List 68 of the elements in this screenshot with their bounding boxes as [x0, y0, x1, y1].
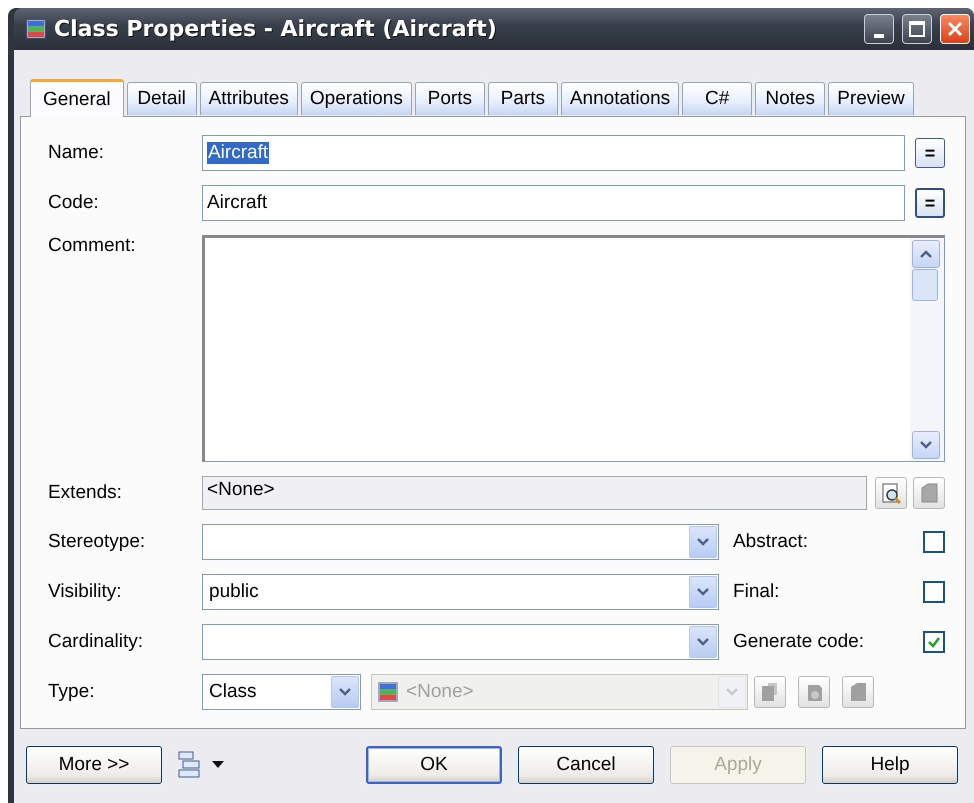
tab[interactable]: Operations: [300, 82, 412, 115]
chevron-down-icon: [696, 587, 710, 597]
dropdown-value: Class: [209, 681, 258, 703]
more-button[interactable]: More >>: [26, 746, 162, 784]
close-icon: [946, 20, 964, 38]
dialog-button[interactable]: Cancel: [518, 746, 654, 784]
window-title: Class Properties - Aircraft (Aircraft): [54, 16, 498, 42]
table-icon: [378, 682, 398, 702]
scroll-thumb[interactable]: [912, 269, 938, 301]
extends-field: <None>: [202, 476, 867, 510]
maximize-icon: [908, 20, 926, 38]
scroll-down-button[interactable]: [912, 431, 940, 459]
tab[interactable]: Attributes: [200, 82, 298, 115]
checkbox[interactable]: [923, 531, 945, 553]
field-label: Extends:: [48, 482, 123, 504]
text-field[interactable]: Aircraft: [202, 185, 905, 221]
comment-field[interactable]: [202, 235, 945, 462]
dropdown[interactable]: [202, 524, 719, 560]
tab[interactable]: Notes: [755, 82, 826, 115]
field-label: Visibility:: [48, 581, 123, 603]
dropdown-value: public: [209, 581, 260, 603]
checkbox[interactable]: [923, 581, 945, 603]
field-label: Code:: [48, 192, 100, 214]
dropdown[interactable]: public: [202, 574, 719, 610]
chevron-down-icon: [725, 687, 739, 697]
tab[interactable]: Ports: [414, 82, 485, 115]
dialog-button[interactable]: OK: [366, 746, 502, 784]
checkbox-label: Abstract:: [733, 531, 808, 553]
scroll-up-button[interactable]: [912, 240, 940, 268]
checkmark-icon: [927, 635, 941, 649]
document-magnifier-icon: [880, 482, 902, 504]
tab[interactable]: C#: [682, 82, 752, 115]
dropdown-value: <None>: [406, 681, 475, 703]
close-button[interactable]: [940, 14, 970, 44]
create-button[interactable]: [754, 676, 786, 708]
dropdown[interactable]: [202, 624, 719, 660]
field-label: Name:: [48, 142, 105, 164]
chevron-down-icon: [696, 537, 710, 547]
caret-icon: [212, 761, 224, 769]
minimize-icon: [874, 34, 884, 38]
checkbox-label: Final:: [733, 581, 780, 603]
list-icon: [178, 751, 200, 779]
chevron-up-icon: [919, 249, 933, 259]
chevron-down-icon: [919, 440, 933, 450]
equals-button[interactable]: =: [915, 138, 945, 168]
tab[interactable]: Preview: [828, 82, 914, 115]
properties-button[interactable]: [875, 477, 907, 509]
field-label: Stereotype:: [48, 531, 146, 553]
dialog-button[interactable]: Help: [822, 746, 958, 784]
select-button[interactable]: [842, 676, 874, 708]
text-field[interactable]: Aircraft: [202, 135, 905, 171]
chevron-down-icon: [696, 637, 710, 647]
tab[interactable]: General: [30, 79, 124, 117]
checkbox-label: Generate code:: [733, 631, 864, 653]
field-label: Comment:: [48, 235, 137, 257]
tab[interactable]: Annotations: [560, 82, 680, 115]
field-label: Type:: [48, 681, 96, 703]
select-button[interactable]: [913, 477, 945, 509]
tab[interactable]: Parts: [488, 82, 558, 115]
tab[interactable]: Detail: [126, 82, 197, 115]
field-label: Cardinality:: [48, 631, 144, 653]
chevron-down-icon: [338, 687, 352, 697]
table-icon: [26, 19, 46, 39]
maximize-button[interactable]: [902, 14, 932, 44]
scrollbar[interactable]: [910, 238, 944, 461]
equals-button[interactable]: =: [915, 188, 945, 218]
checkbox[interactable]: [923, 631, 945, 653]
minimize-button[interactable]: [864, 14, 894, 44]
